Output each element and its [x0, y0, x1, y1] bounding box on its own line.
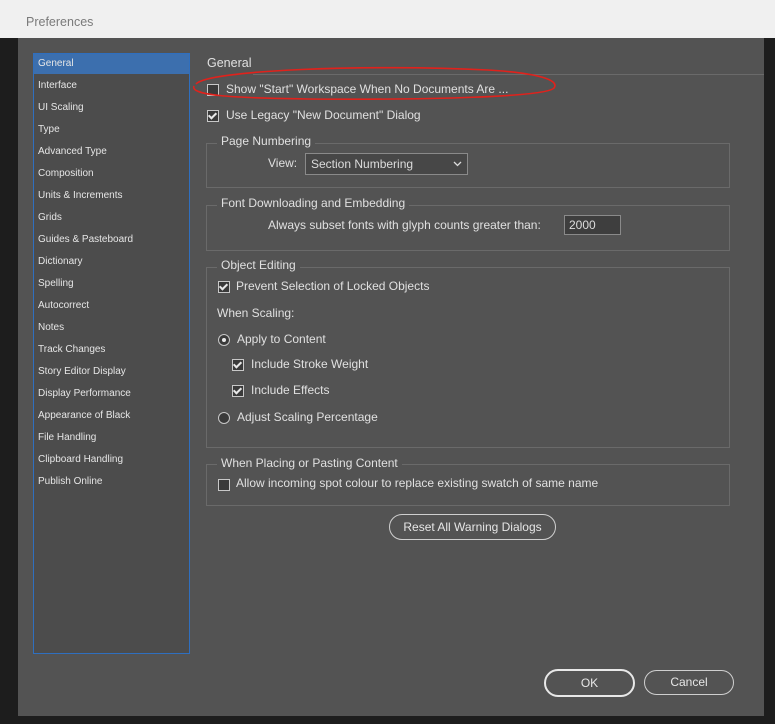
reset-warning-dialogs-button[interactable]: Reset All Warning Dialogs — [389, 514, 556, 540]
include-effects-label: Include Effects — [251, 383, 330, 397]
adjust-scaling-label: Adjust Scaling Percentage — [237, 410, 378, 424]
cancel-button[interactable]: Cancel — [644, 670, 734, 695]
sidebar-item-guides-pasteboard[interactable]: Guides & Pasteboard — [38, 230, 189, 250]
object-editing-title: Object Editing — [217, 258, 300, 272]
allow-spot-colour-checkbox[interactable] — [218, 479, 230, 491]
use-legacy-new-document-checkbox[interactable] — [207, 110, 219, 122]
sidebar-item-units-increments[interactable]: Units & Increments — [38, 186, 189, 206]
title-bar: Preferences — [0, 0, 775, 38]
sidebar-item-interface[interactable]: Interface — [38, 76, 189, 96]
sidebar-item-ui-scaling[interactable]: UI Scaling — [38, 98, 189, 118]
adjust-scaling-radio[interactable] — [218, 412, 230, 424]
sidebar-item-dictionary[interactable]: Dictionary — [38, 252, 189, 272]
sidebar-item-file-handling[interactable]: File Handling — [38, 428, 189, 448]
include-stroke-weight-checkbox[interactable] — [232, 359, 244, 371]
sidebar-item-autocorrect[interactable]: Autocorrect — [38, 296, 189, 316]
prevent-selection-checkbox[interactable] — [218, 281, 230, 293]
sidebar-item-notes[interactable]: Notes — [38, 318, 189, 338]
sidebar-item-grids[interactable]: Grids — [38, 208, 189, 228]
view-select[interactable]: Section Numbering — [305, 153, 468, 175]
sidebar: General Interface UI Scaling Type Advanc… — [33, 53, 190, 654]
page-numbering-title: Page Numbering — [217, 134, 316, 148]
subset-fonts-label: Always subset fonts with glyph counts gr… — [268, 218, 541, 232]
when-scaling-label: When Scaling: — [217, 306, 295, 320]
allow-spot-colour-label: Allow incoming spot colour to replace ex… — [236, 476, 599, 490]
sidebar-item-appearance-of-black[interactable]: Appearance of Black — [38, 406, 189, 426]
subset-fonts-input[interactable]: 2000 — [564, 215, 621, 235]
sidebar-item-advanced-type[interactable]: Advanced Type — [38, 142, 189, 162]
view-label: View: — [268, 156, 298, 170]
apply-to-content-label: Apply to Content — [237, 332, 326, 346]
include-stroke-weight-label: Include Stroke Weight — [251, 357, 369, 371]
font-downloading-title: Font Downloading and Embedding — [217, 196, 410, 210]
sidebar-item-general[interactable]: General — [34, 54, 189, 74]
view-select-value: Section Numbering — [311, 157, 414, 171]
annotation-ellipse — [193, 66, 556, 100]
sidebar-item-track-changes[interactable]: Track Changes — [38, 340, 189, 360]
sidebar-item-spelling[interactable]: Spelling — [38, 274, 189, 294]
apply-to-content-radio[interactable] — [218, 334, 230, 346]
window-title: Preferences — [26, 15, 94, 29]
ok-button[interactable]: OK — [544, 669, 635, 697]
sidebar-item-publish-online[interactable]: Publish Online — [38, 472, 189, 492]
placing-title: When Placing or Pasting Content — [217, 456, 402, 470]
sidebar-item-composition[interactable]: Composition — [38, 164, 189, 184]
prevent-selection-label: Prevent Selection of Locked Objects — [236, 279, 430, 293]
include-effects-checkbox[interactable] — [232, 385, 244, 397]
chevron-down-icon — [453, 161, 462, 167]
preferences-dialog: General Interface UI Scaling Type Advanc… — [18, 38, 764, 716]
sidebar-item-display-performance[interactable]: Display Performance — [38, 384, 189, 404]
use-legacy-new-document-label: Use Legacy "New Document" Dialog — [226, 108, 421, 122]
sidebar-item-clipboard-handling[interactable]: Clipboard Handling — [38, 450, 189, 470]
sidebar-item-story-editor-display[interactable]: Story Editor Display — [38, 362, 189, 382]
sidebar-item-type[interactable]: Type — [38, 120, 189, 140]
